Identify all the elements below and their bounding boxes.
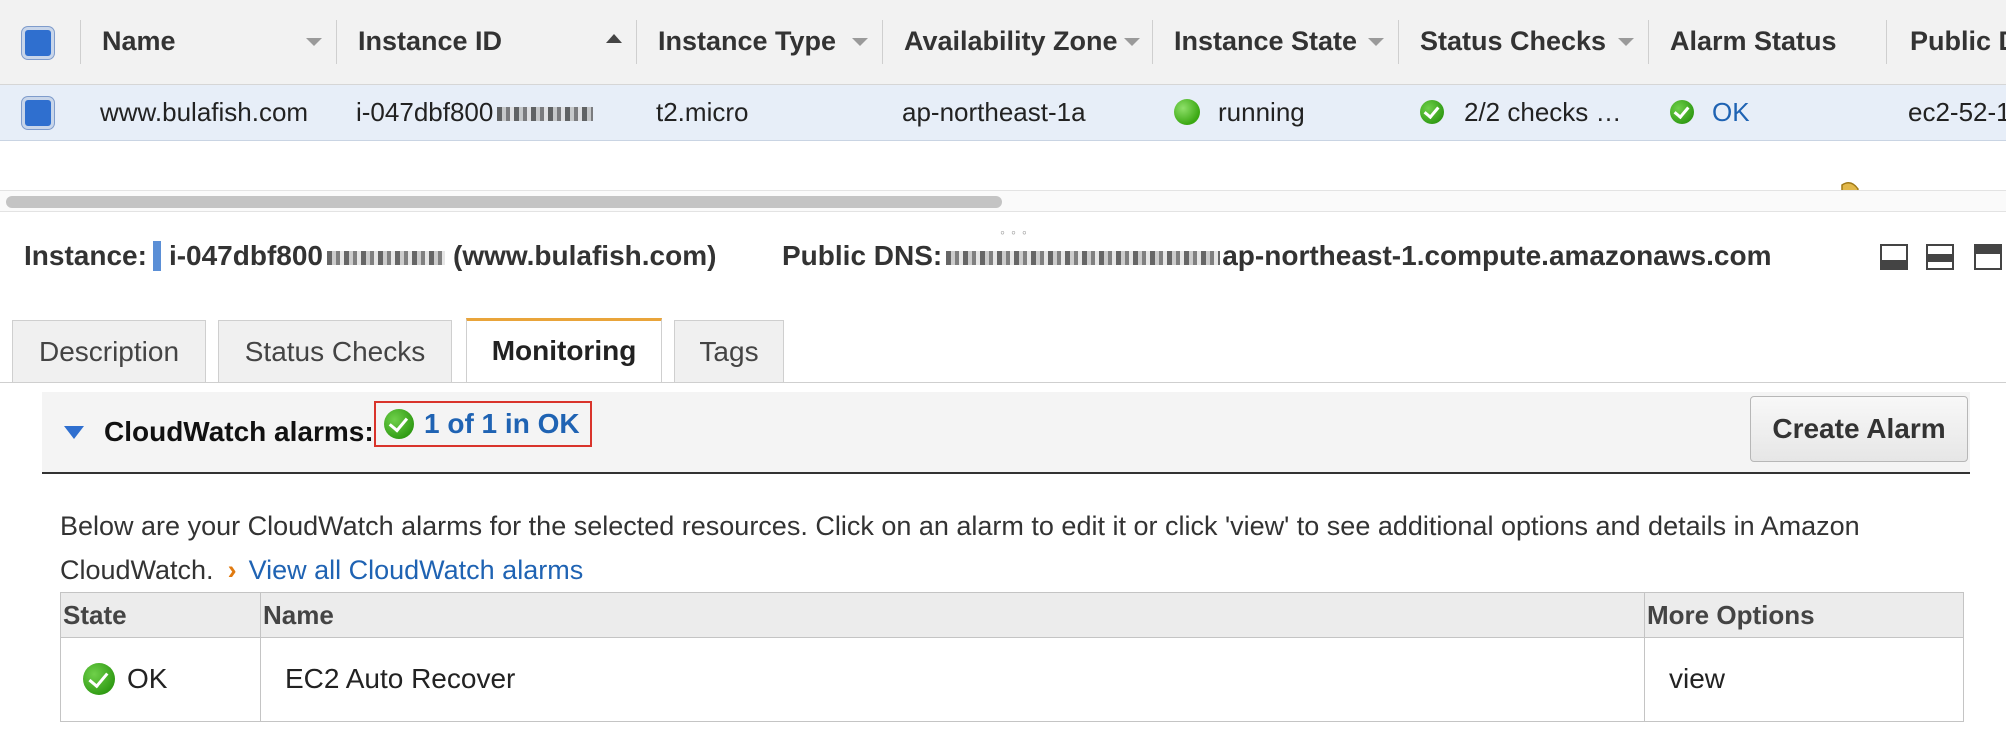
instance-id-cell: i-047dbf800 [356,85,594,140]
column-divider [80,20,81,64]
column-divider [1644,593,1645,721]
sort-icon[interactable] [306,38,322,46]
tab-description[interactable]: Description [12,320,206,382]
cloudwatch-alarms-section: CloudWatch alarms: 1 of 1 in OK Create A… [42,392,1970,474]
row-checkbox[interactable] [22,97,54,129]
scrollbar-thumb[interactable] [6,196,1002,208]
column-divider[interactable] [1152,20,1153,64]
instance-state: running [1218,97,1305,127]
horizontal-scrollbar[interactable] [0,190,2006,212]
column-divider[interactable] [1398,20,1399,64]
column-divider [260,593,261,721]
select-all-checkbox[interactable] [22,27,54,59]
more-options-column-header: More Options [1647,600,1815,630]
panel-resize-handle[interactable]: ◦◦◦ [1000,224,1033,240]
column-divider[interactable] [336,20,337,64]
tab-tags[interactable]: Tags [674,320,784,382]
public-dns-cell: ec2-52-1 [1908,97,2006,127]
alarm-status-link[interactable]: OK [1712,85,1750,140]
state-column-header: State [63,600,127,630]
instance-info: Instance: i-047dbf800 (www.bulafish.com) [24,240,716,275]
cloudwatch-title: CloudWatch alarms: [104,416,374,447]
tabs-divider [0,382,2006,383]
instances-table-header: Name Instance ID Instance Type Availabil… [0,0,2006,85]
redacted-text [946,250,1221,265]
column-header-status-checks[interactable]: Status Checks [1420,0,1606,84]
view-alarm-link[interactable]: view [1669,637,1725,721]
column-divider[interactable] [1886,20,1887,64]
sort-icon[interactable] [1368,38,1384,46]
check-ok-icon [1420,100,1444,124]
instance-name: www.bulafish.com [100,97,309,127]
column-header-instance-type[interactable]: Instance Type [658,0,836,84]
sort-ascending-icon[interactable] [606,34,622,43]
ok-check-icon [384,409,414,439]
instance-id-value: i-047dbf800 [168,240,324,271]
column-header-instance-id[interactable]: Instance ID [358,0,502,84]
instance-name-value: (www.bulafish.com) [453,240,717,271]
column-divider[interactable] [636,20,637,64]
tab-status-checks[interactable]: Status Checks [218,320,452,382]
cloudwatch-description: Below are your CloudWatch alarms for the… [60,504,1960,592]
panel-bottom-icon[interactable] [1880,244,1908,270]
instance-type: t2.micro [656,97,749,127]
public-dns-label: Public DNS: [782,240,943,271]
alarm-summary-link[interactable]: 1 of 1 in OK [424,403,580,445]
instance-row[interactable]: www.bulafish.com i-047dbf800 t2.micro ap… [0,85,2006,212]
sort-icon[interactable] [1618,38,1634,46]
alarms-table: State Name More Options OK EC2 Auto Reco… [60,592,1964,722]
panel-split-icon[interactable] [1926,244,1954,270]
column-header-instance-state[interactable]: Instance State [1174,0,1357,84]
availability-zone: ap-northeast-1a [902,97,1086,127]
collapse-triangle-icon[interactable] [64,426,84,439]
running-status-icon [1174,99,1200,125]
public-dns-suffix: ap-northeast-1.compute.amazonaws.com [1222,240,1772,271]
alarms-table-header: State Name More Options [61,593,1963,638]
alarm-ok-icon [83,663,115,695]
sort-icon[interactable] [852,38,868,46]
column-header-name[interactable]: Name [102,0,176,84]
instance-label: Instance: [24,240,147,271]
alarm-ok-icon [1670,100,1694,124]
alarm-state: OK [127,663,168,694]
tab-monitoring[interactable]: Monitoring [466,318,662,382]
view-all-alarms-link[interactable]: View all CloudWatch alarms [249,555,584,585]
column-header-public-dns[interactable]: Public D [1910,0,2006,84]
alarm-summary-highlight[interactable]: 1 of 1 in OK [374,401,592,447]
alarm-name-link[interactable]: EC2 Auto Recover [285,637,515,721]
chevron-right-icon: › [227,555,237,585]
panel-top-icon[interactable] [1974,244,2002,270]
create-alarm-button[interactable]: Create Alarm [1750,396,1968,462]
instance-id-text: i-047dbf800 [356,97,494,127]
column-divider[interactable] [882,20,883,64]
column-header-availability-zone[interactable]: Availability Zone [904,0,1118,84]
column-header-alarm-status[interactable]: Alarm Status [1670,0,1837,84]
status-checks[interactable]: 2/2 checks … [1464,85,1622,140]
redacted-text [497,107,594,122]
column-divider[interactable] [1648,20,1649,64]
public-dns-info: Public DNS: ap-northeast-1.compute.amazon… [782,240,1771,272]
name-column-header: Name [263,600,334,630]
sort-icon[interactable] [1124,38,1140,46]
instance-marker [152,240,161,271]
redacted-text [327,250,446,265]
